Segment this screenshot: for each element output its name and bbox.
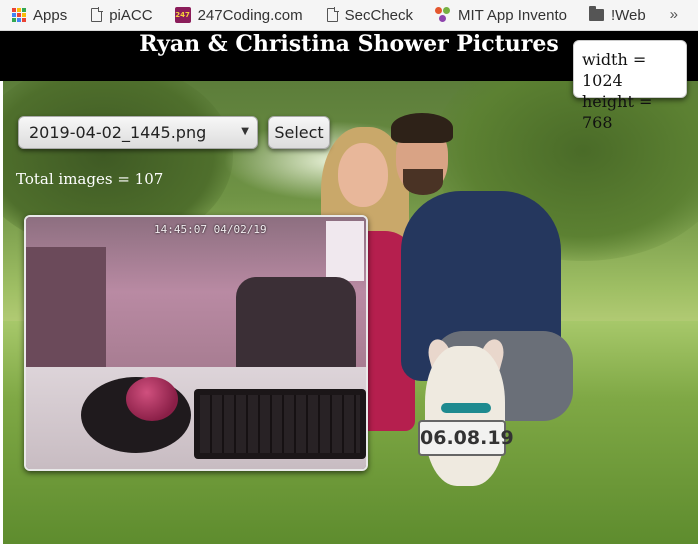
image-select[interactable]: 2019-04-02_1445.png ▼	[18, 116, 258, 149]
dog-collar	[441, 403, 491, 413]
man-hair	[391, 113, 453, 143]
height-label: height = 768	[582, 92, 653, 132]
image-select-value: 2019-04-02_1445.png	[29, 123, 207, 142]
dropdown-arrow-icon: ▼	[241, 126, 249, 137]
mit-app-inventor-icon	[435, 7, 451, 23]
bookmark-mit-app-inventor[interactable]: MIT App Invento	[419, 0, 573, 30]
247coding-icon: 247	[174, 7, 191, 23]
bookmark-label: 247Coding.com	[197, 6, 303, 24]
bookmark-web-folder[interactable]: !Web	[573, 0, 652, 30]
camera-chair	[236, 277, 356, 372]
total-images-label: Total images = 107	[16, 170, 164, 188]
select-button[interactable]: Select	[268, 116, 330, 149]
bookmarks-bar: Apps piACC 247 247Coding.com SecCheck MI…	[0, 0, 698, 31]
bookmark-seccheck[interactable]: SecCheck	[309, 0, 419, 30]
apps-grid-icon	[12, 8, 26, 22]
bookmark-label: !Web	[610, 6, 646, 24]
date-sign: 06.08.19	[418, 420, 514, 456]
width-label: width = 1024	[582, 50, 647, 90]
camera-timestamp: 14:45:07 04/02/19	[154, 223, 267, 236]
camera-shelf	[26, 247, 106, 387]
folder-icon	[588, 6, 604, 21]
bookmark-label: MIT App Invento	[458, 6, 567, 24]
bookmarks-overflow-icon[interactable]: »	[670, 6, 678, 23]
keyboard	[194, 389, 366, 459]
man-beard	[403, 169, 443, 195]
bookmark-piacc[interactable]: piACC	[73, 0, 158, 30]
bookmark-247coding[interactable]: 247 247Coding.com	[159, 0, 309, 30]
camera-image: 14:45:07 04/02/19	[24, 215, 368, 471]
trackball-ball	[126, 377, 178, 421]
bookmark-label: SecCheck	[344, 6, 414, 24]
bookmark-label: piACC	[109, 6, 153, 24]
dog	[425, 346, 505, 486]
woman-face	[338, 143, 388, 207]
bookmark-apps[interactable]: Apps	[0, 0, 73, 30]
camera-window	[326, 221, 364, 281]
page-icon	[326, 7, 339, 22]
dimensions-box: width = 1024 height = 768	[573, 40, 687, 132]
bookmark-label: Apps	[33, 6, 68, 24]
page-icon	[91, 7, 104, 22]
